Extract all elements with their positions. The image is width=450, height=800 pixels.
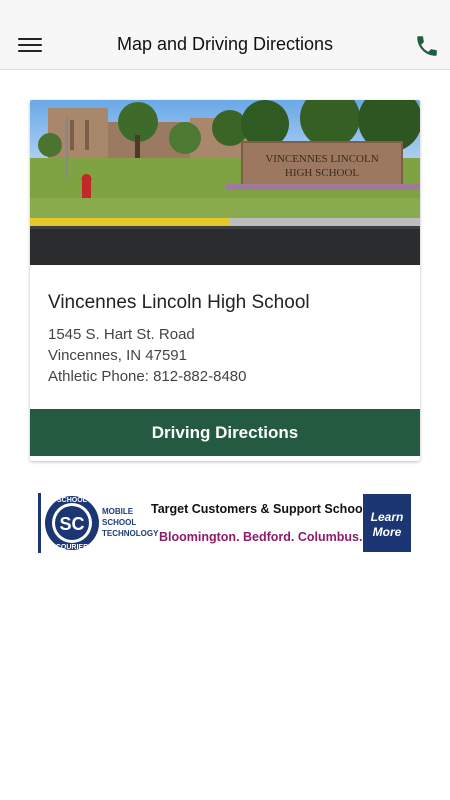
ad-cities: Bloomington. Bedford. Columbus. — [159, 530, 363, 544]
ad-banner[interactable]: SC SCHOOL COURIER MOBILE SCHOOL TECHNOLO… — [38, 493, 412, 553]
ad-headline: Target Customers & Support Schools — [151, 502, 374, 516]
ad-tagline-2: SCHOOL — [102, 518, 137, 527]
ad-tagline-1: MOBILE — [102, 507, 134, 516]
phone-icon[interactable] — [414, 33, 440, 59]
location-card: VINCENNES LINCOLN HIGH SCHOOL Vincennes … — [30, 100, 420, 461]
logo-bottom-text: COURIER — [56, 544, 88, 551]
learn-more-button[interactable]: Learn More — [363, 494, 411, 552]
address-city: Vincennes, IN 47591 — [48, 347, 187, 364]
page-title: Map and Driving Directions — [116, 34, 334, 54]
driving-directions-button[interactable]: Driving Directions — [30, 409, 420, 456]
learn-more-line-1: Learn — [370, 510, 404, 524]
school-photo: VINCENNES LINCOLN HIGH SCHOOL — [30, 100, 420, 265]
top-app-bar: Map and Driving Directions — [0, 0, 450, 70]
ad-tagline-3: TECHNOLOGY — [102, 529, 159, 538]
sign-line-1: VINCENNES LINCOLN — [265, 153, 378, 165]
address-street: 1545 S. Hart St. Road — [48, 326, 195, 343]
school-name: Vincennes Lincoln High School — [48, 292, 310, 313]
logo-initials: SC — [59, 514, 84, 534]
sign-line-2: HIGH SCHOOL — [285, 167, 360, 179]
logo-top-text: SCHOOL — [57, 497, 88, 504]
athletic-phone[interactable]: Athletic Phone: 812-882-8480 — [48, 368, 246, 385]
learn-more-line-2: More — [372, 525, 402, 539]
hamburger-menu-icon[interactable] — [18, 36, 42, 54]
